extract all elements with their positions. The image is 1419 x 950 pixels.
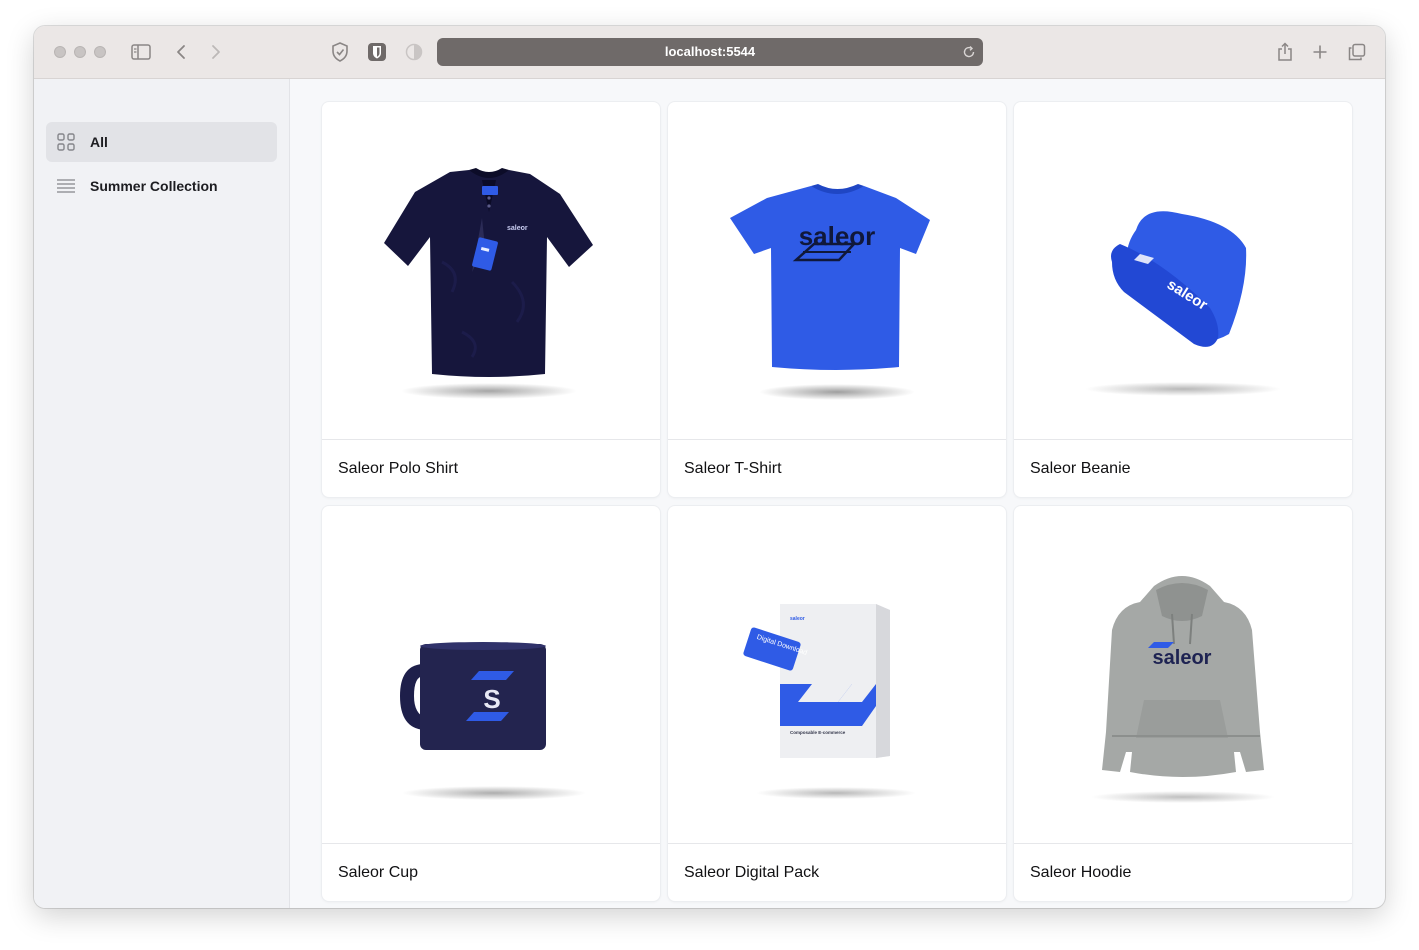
share-icon[interactable] <box>1273 40 1297 64</box>
sidebar-item-summer-collection[interactable]: Summer Collection <box>46 166 277 206</box>
address-bar[interactable]: localhost:5544 <box>437 38 983 66</box>
back-icon[interactable] <box>169 40 193 64</box>
cup-logo-text: S <box>483 684 500 714</box>
forward-icon[interactable] <box>204 40 228 64</box>
sidebar-item-label: All <box>90 134 108 150</box>
bitwarden-icon[interactable] <box>365 40 389 64</box>
zoom-window-button[interactable] <box>94 46 106 58</box>
product-image-hoodie[interactable]: saleor <box>1014 506 1352 844</box>
product-card[interactable]: saleor Saleor T-Shirt <box>668 102 1006 497</box>
product-name[interactable]: Saleor Beanie <box>1030 440 1131 497</box>
list-icon <box>56 176 76 196</box>
url-text[interactable]: localhost:5544 <box>437 38 983 66</box>
minimize-window-button[interactable] <box>74 46 86 58</box>
product-card[interactable]: Composable E-commerce saleor Digital Dow… <box>668 506 1006 901</box>
hoodie-logo-text: saleor <box>1153 647 1212 669</box>
sidebar-toggle-icon[interactable] <box>129 40 153 64</box>
sidebar-item-label: Summer Collection <box>90 178 218 194</box>
new-tab-icon[interactable] <box>1308 40 1332 64</box>
product-card[interactable]: saleor Saleor Beanie <box>1014 102 1352 497</box>
product-name[interactable]: Saleor T-Shirt <box>684 440 782 497</box>
browser-toolbar: localhost:5544 <box>34 26 1385 79</box>
close-window-button[interactable] <box>54 46 66 58</box>
product-image-t-shirt[interactable]: saleor <box>668 102 1006 440</box>
reader-icon[interactable] <box>402 40 426 64</box>
browser-window: localhost:5544 All Summer Collection sal… <box>34 26 1385 908</box>
product-card[interactable]: saleor Saleor Hoodie <box>1014 506 1352 901</box>
svg-text:saleor: saleor <box>790 616 805 622</box>
product-grid: saleor Saleor Polo Shirt saleor Saleor T… <box>290 79 1385 908</box>
svg-text:saleor: saleor <box>507 225 528 232</box>
tab-overview-icon[interactable] <box>1345 40 1369 64</box>
reload-icon[interactable] <box>961 44 977 60</box>
product-image-cup[interactable]: S <box>322 506 660 844</box>
product-image-beanie[interactable]: saleor <box>1014 102 1352 440</box>
product-name[interactable]: Saleor Polo Shirt <box>338 440 458 497</box>
product-name[interactable]: Saleor Digital Pack <box>684 844 819 901</box>
product-card[interactable]: S Saleor Cup <box>322 506 660 901</box>
product-card[interactable]: saleor Saleor Polo Shirt <box>322 102 660 497</box>
category-sidebar: All Summer Collection <box>34 79 290 908</box>
grid-icon <box>56 132 76 152</box>
product-name[interactable]: Saleor Hoodie <box>1030 844 1131 901</box>
sidebar-item-all[interactable]: All <box>46 122 277 162</box>
pack-box-text: Composable E-commerce <box>790 730 846 735</box>
product-image-digital-pack[interactable]: Composable E-commerce saleor Digital Dow… <box>668 506 1006 844</box>
product-name[interactable]: Saleor Cup <box>338 844 418 901</box>
privacy-shield-icon[interactable] <box>328 40 352 64</box>
product-image-polo-shirt[interactable]: saleor <box>322 102 660 440</box>
